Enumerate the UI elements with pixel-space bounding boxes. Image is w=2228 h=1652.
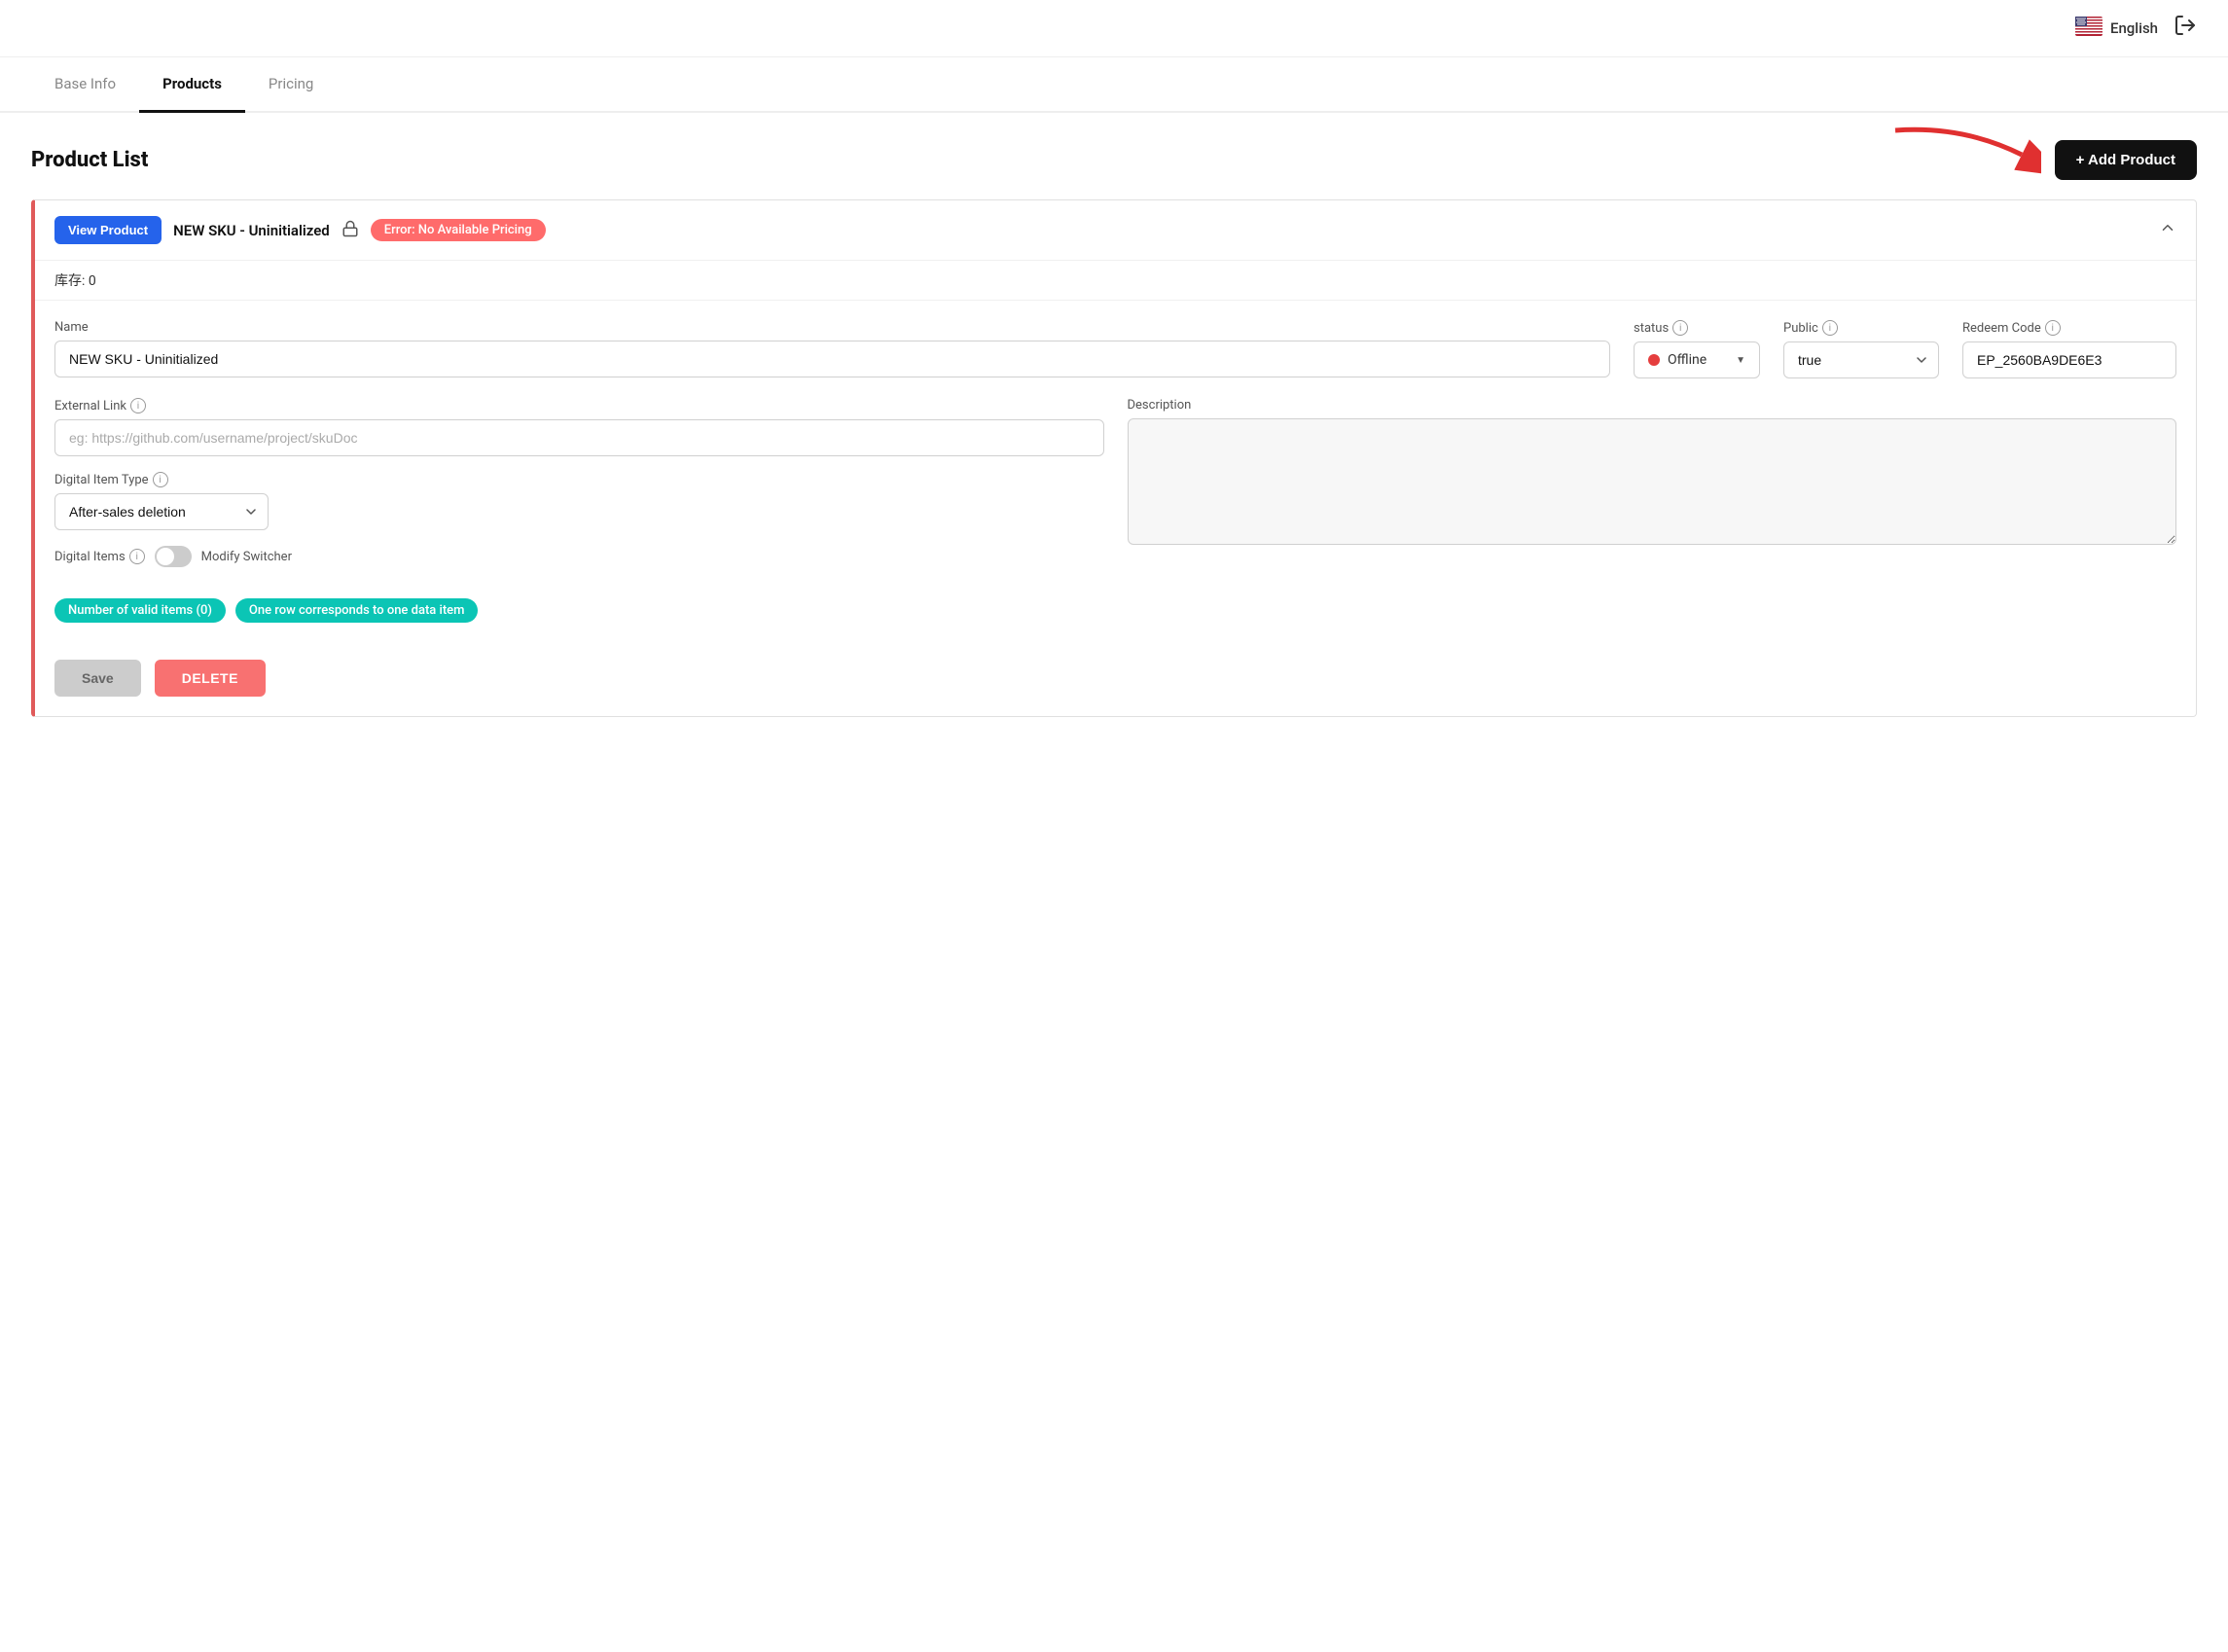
tags-row: Number of valid items (0) One row corres… (54, 598, 1104, 623)
description-group: Description (1128, 398, 2177, 640)
flag-icon (2075, 17, 2102, 40)
name-label: Name (54, 320, 1610, 335)
status-label: status i (1634, 320, 1760, 336)
description-label: Description (1128, 398, 2177, 413)
status-chevron-icon: ▼ (1736, 355, 1745, 366)
name-input[interactable] (54, 341, 1610, 377)
public-label: Public i (1783, 320, 1939, 336)
external-link-group: External Link i (54, 398, 1104, 456)
logout-icon[interactable] (2174, 14, 2197, 43)
status-field-group: status i Offline ▼ (1634, 320, 1760, 378)
redeem-code-input[interactable] (1962, 341, 2176, 378)
language-selector[interactable]: English (2075, 17, 2158, 40)
digital-items-label: Digital Items i (54, 549, 145, 564)
sku-name: NEW SKU - Uninitialized (173, 222, 330, 239)
product-form: Name status i Offline ▼ (35, 301, 2196, 640)
redeem-code-info-icon[interactable]: i (2045, 320, 2061, 336)
product-list-header: Product List + Add Product (31, 140, 2197, 180)
tab-base-info[interactable]: Base Info (31, 57, 139, 113)
language-label: English (2110, 19, 2158, 37)
digital-item-type-select[interactable]: After-sales deletion (54, 493, 269, 530)
tag-one-row[interactable]: One row corresponds to one data item (235, 598, 479, 623)
header: English (0, 0, 2228, 57)
lock-icon[interactable] (341, 220, 359, 241)
status-info-icon[interactable]: i (1672, 320, 1688, 336)
collapse-button[interactable] (2159, 219, 2176, 241)
tab-products[interactable]: Products (139, 57, 245, 113)
form-row-1: Name status i Offline ▼ (54, 320, 2176, 378)
redeem-code-field-group: Redeem Code i (1962, 320, 2176, 378)
tab-pricing[interactable]: Pricing (245, 57, 337, 113)
public-select[interactable]: true false (1783, 341, 1939, 378)
digital-items-row: Digital Items i Modify Switcher (54, 546, 1104, 567)
digital-items-info-icon[interactable]: i (129, 549, 145, 564)
external-link-label: External Link i (54, 398, 1104, 413)
product-list-title: Product List (31, 148, 148, 172)
status-dot (1648, 354, 1660, 366)
digital-items-toggle[interactable] (155, 546, 192, 567)
tabs: Base Info Products Pricing (0, 57, 2228, 113)
main-content: Product List + Add Product View Product … (0, 113, 2228, 744)
description-textarea[interactable] (1128, 418, 2177, 545)
arrow-annotation (1886, 121, 2041, 189)
name-field-group: Name (54, 320, 1610, 378)
add-product-button[interactable]: + Add Product (2055, 140, 2197, 180)
public-field-group: Public i true false (1783, 320, 1939, 378)
save-button[interactable]: Save (54, 660, 141, 697)
delete-button[interactable]: DELETE (155, 660, 266, 697)
product-card: View Product NEW SKU - Uninitialized Err… (31, 199, 2197, 717)
error-badge: Error: No Available Pricing (371, 219, 546, 241)
inventory-row: 库存: 0 (35, 261, 2196, 301)
inventory-label: 库存: 0 (54, 273, 96, 289)
form-row-2: External Link i Digital Item Type i Afte… (54, 398, 2176, 640)
actions-row: Save DELETE (35, 660, 2196, 716)
external-link-input[interactable] (54, 419, 1104, 456)
status-value: Offline (1668, 352, 1728, 368)
redeem-code-label: Redeem Code i (1962, 320, 2176, 336)
digital-item-type-label: Digital Item Type i (54, 472, 1104, 487)
external-link-info-icon[interactable]: i (130, 398, 146, 413)
modify-switcher-label: Modify Switcher (201, 550, 292, 564)
left-column: External Link i Digital Item Type i Afte… (54, 398, 1104, 640)
tag-valid-items[interactable]: Number of valid items (0) (54, 598, 226, 623)
status-select[interactable]: Offline ▼ (1634, 341, 1760, 378)
view-product-button[interactable]: View Product (54, 216, 162, 244)
public-info-icon[interactable]: i (1822, 320, 1838, 336)
digital-item-type-info-icon[interactable]: i (153, 472, 168, 487)
digital-item-type-group: Digital Item Type i After-sales deletion (54, 472, 1104, 530)
product-card-header: View Product NEW SKU - Uninitialized Err… (35, 200, 2196, 261)
